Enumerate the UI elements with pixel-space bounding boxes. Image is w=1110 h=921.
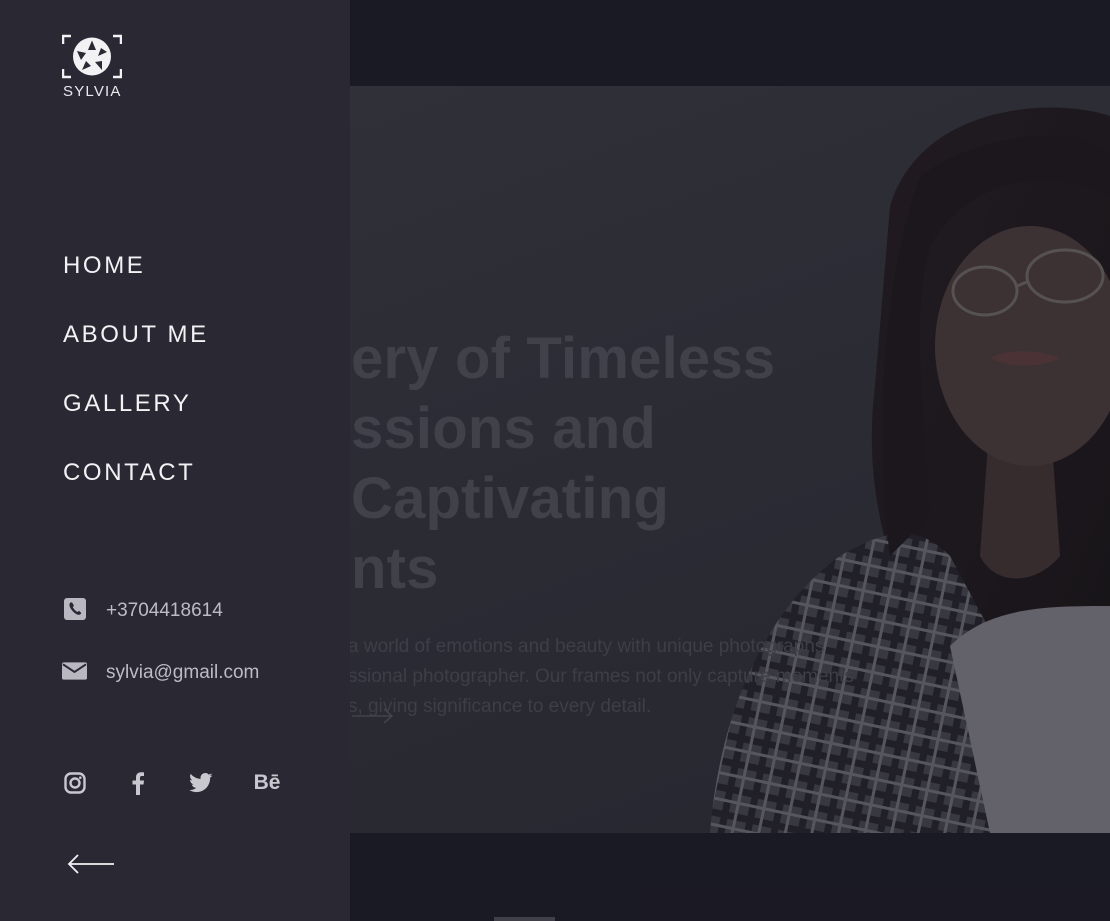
- social-links: Bē: [62, 768, 320, 798]
- logo[interactable]: SYLVIA: [62, 34, 124, 100]
- nav-item-about-me[interactable]: ABOUT ME: [63, 319, 209, 388]
- phone-contact[interactable]: +3704418614: [62, 578, 259, 640]
- envelope-icon: [62, 659, 87, 684]
- nav-item-contact[interactable]: CONTACT: [63, 457, 209, 526]
- arrow-left-icon[interactable]: [66, 852, 116, 876]
- contact-info: +3704418614 sylvia@gmail.com: [62, 578, 259, 702]
- nav-item-gallery[interactable]: GALLERY: [63, 388, 209, 457]
- nav-item-home[interactable]: HOME: [63, 250, 209, 319]
- camera-aperture-icon: [62, 34, 122, 79]
- email-address: sylvia@gmail.com: [106, 661, 260, 683]
- email-contact[interactable]: sylvia@gmail.com: [62, 640, 259, 702]
- phone-number: +3704418614: [106, 599, 223, 621]
- phone-icon: [62, 597, 87, 622]
- main-nav: HOME ABOUT ME GALLERY CONTACT: [63, 250, 209, 526]
- behance-icon[interactable]: Bē: [251, 768, 283, 798]
- side-menu: SYLVIA HOME ABOUT ME GALLERY CONTACT +37…: [0, 0, 350, 921]
- facebook-icon[interactable]: [125, 768, 151, 798]
- brand-name: SYLVIA: [63, 83, 122, 100]
- page: ery of Timeless ssions and Captivating n…: [0, 0, 1110, 921]
- instagram-icon[interactable]: [62, 768, 88, 798]
- twitter-icon[interactable]: [188, 768, 214, 798]
